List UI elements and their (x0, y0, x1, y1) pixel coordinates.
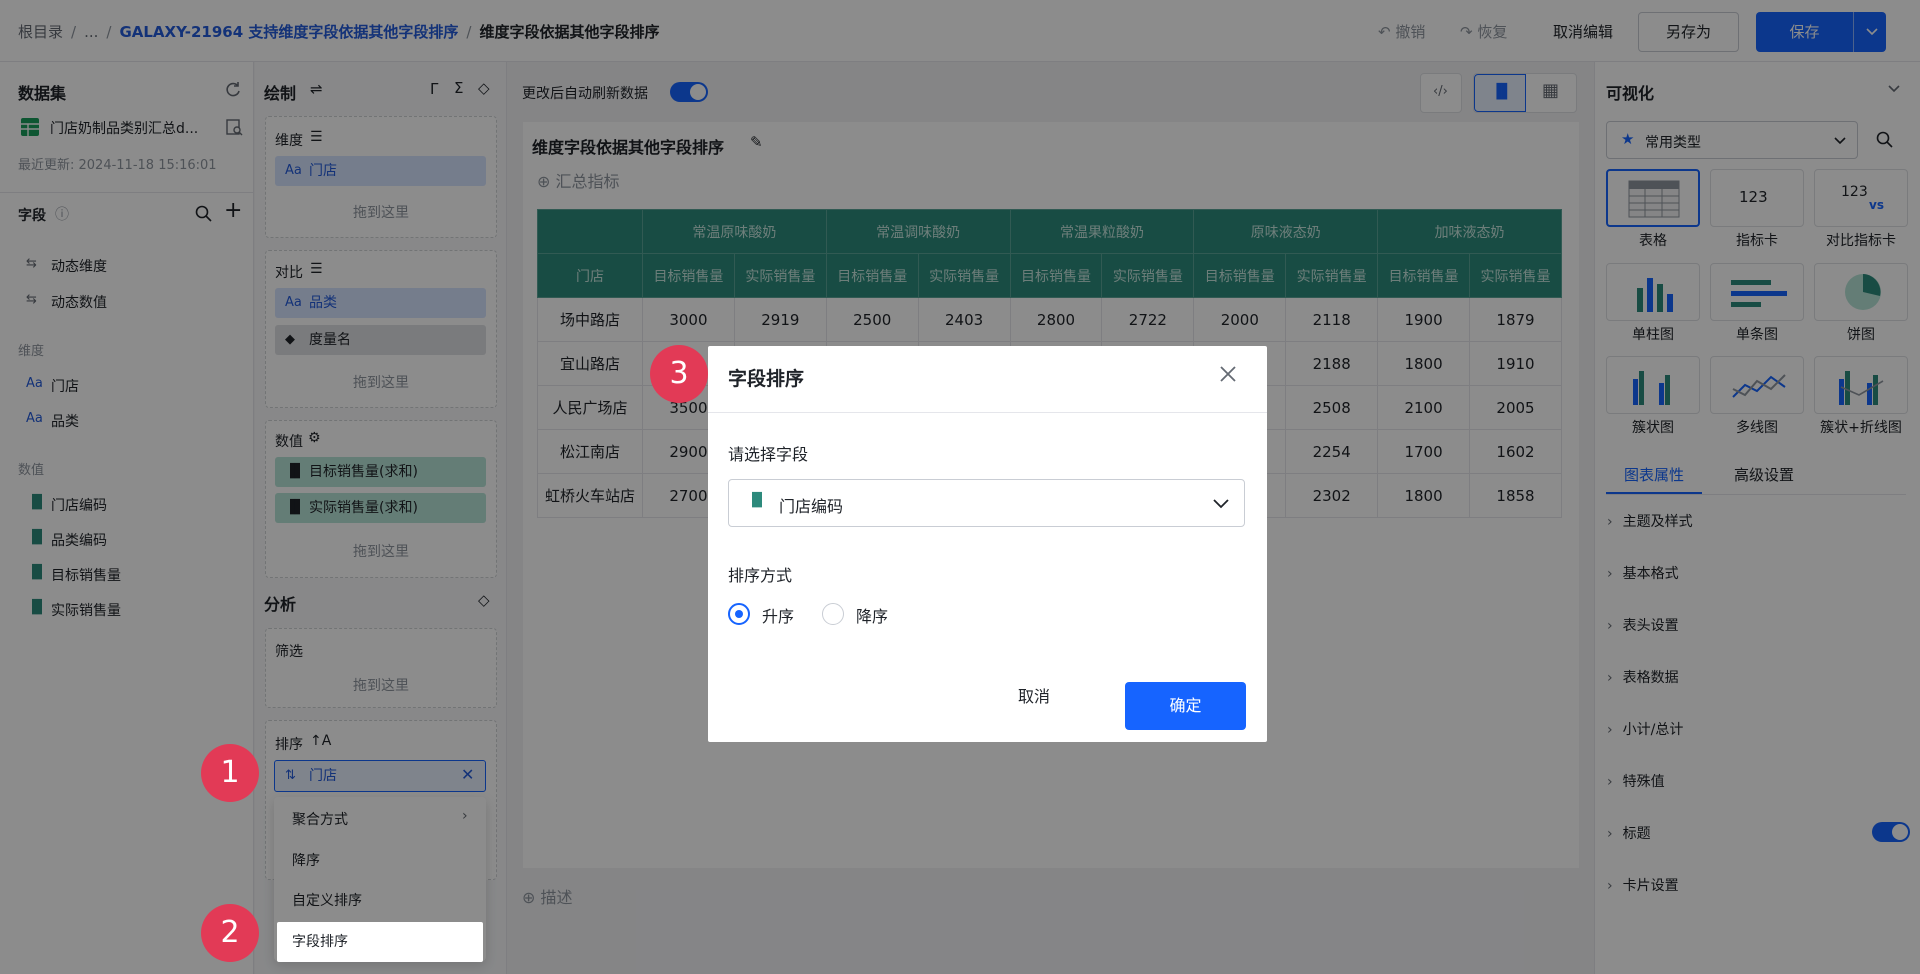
dialog-ok-button[interactable]: 确定 (1125, 682, 1246, 730)
chevron-down-icon (1213, 499, 1229, 509)
dialog-cancel-button[interactable]: 取消 (1018, 683, 1050, 707)
close-icon[interactable] (1218, 364, 1238, 384)
dialog-title: 字段排序 (728, 368, 805, 390)
field-select[interactable]: ▐▌ 门店编码 (728, 479, 1245, 527)
step-marker-1: 1 (201, 744, 259, 802)
radio-ascending[interactable] (728, 603, 750, 625)
descending-label: 降序 (856, 607, 889, 626)
field-select-value: 门店编码 (779, 497, 844, 516)
ascending-label: 升序 (762, 607, 795, 626)
bar-chart-icon: ▐▌ (747, 493, 767, 508)
step-marker-2: 2 (201, 904, 259, 962)
field-select-label: 请选择字段 (728, 445, 809, 464)
step-marker-3: 3 (650, 345, 708, 403)
radio-descending[interactable] (822, 603, 844, 625)
menu-item-field-sort[interactable]: 字段排序 (277, 922, 483, 962)
field-sort-dialog: 字段排序 请选择字段 ▐▌ 门店编码 排序方式 升序 降序 取消 确定 (708, 346, 1267, 742)
sort-order-label: 排序方式 (728, 566, 793, 585)
